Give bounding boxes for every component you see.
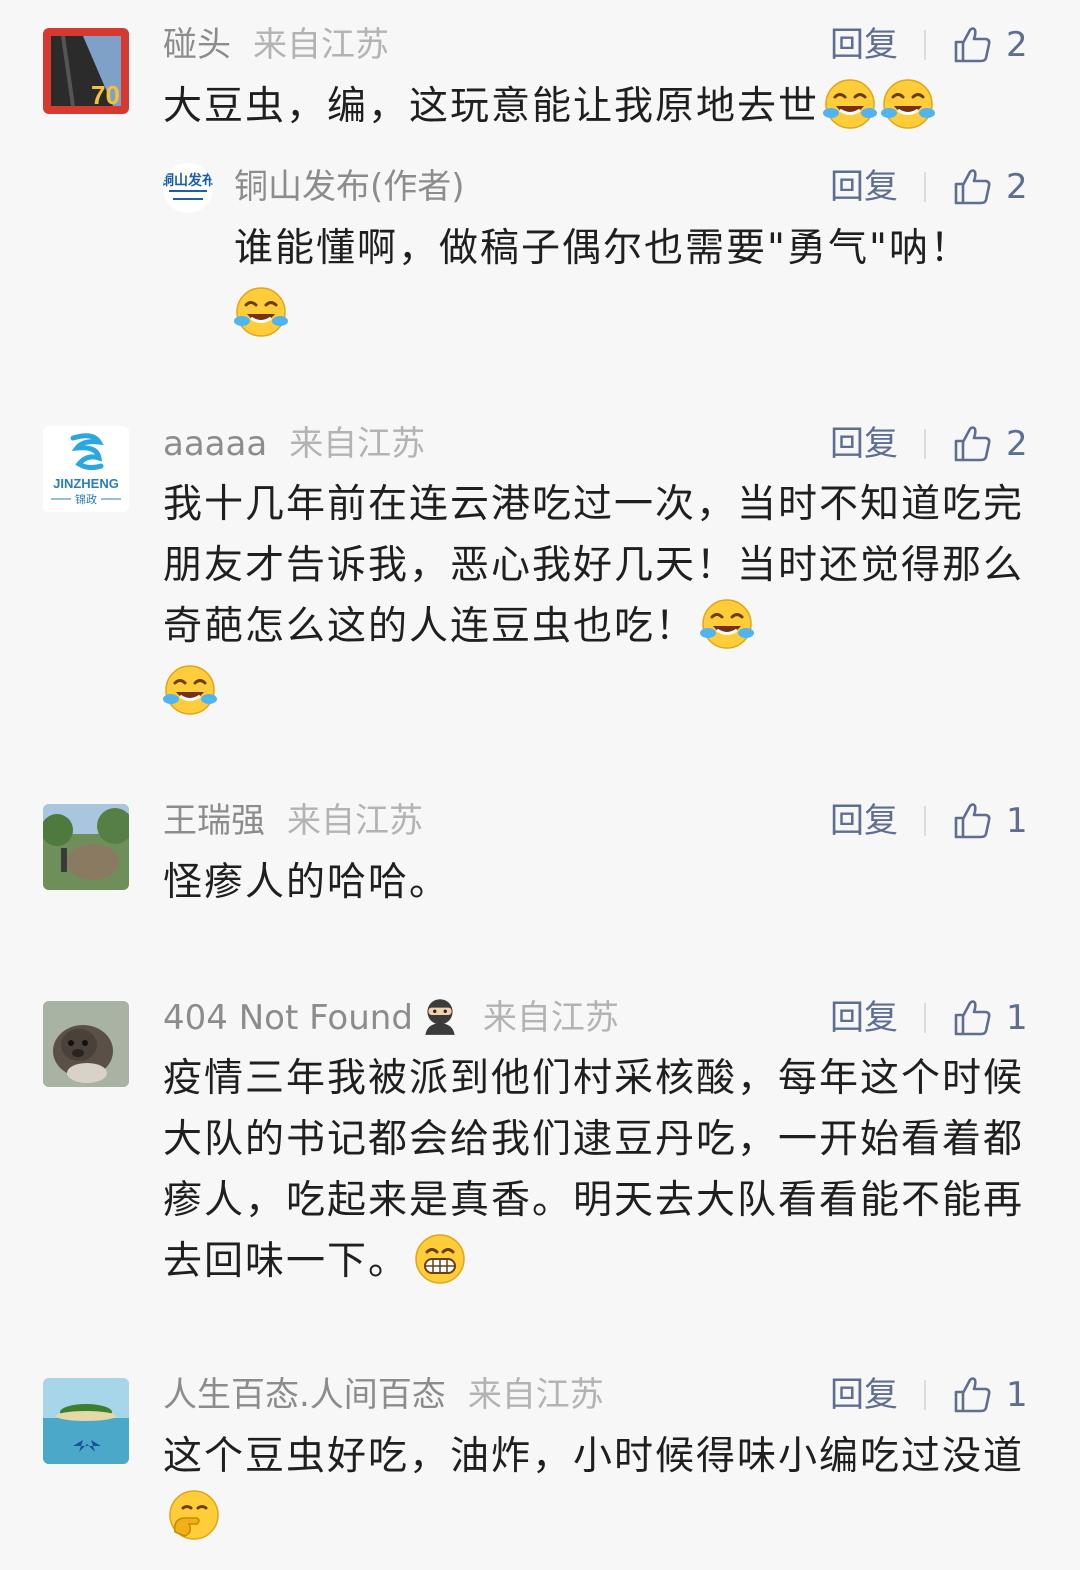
username[interactable]: 人生百态.人间百态 (163, 1375, 446, 1415)
username[interactable]: 碰头 (163, 25, 231, 65)
divider (924, 1003, 926, 1033)
avatar-image: JINZHENG 锦政 (51, 433, 121, 506)
laugh-cry-emoji-icon (881, 77, 935, 131)
reply-text: 谁能懂啊，做稿子偶尔也需要"勇气"呐！ (234, 218, 1024, 345)
like-count: 2 (1006, 424, 1028, 464)
reply-button[interactable]: 回复 (830, 420, 898, 468)
like-count: 2 (1006, 167, 1028, 207)
like-count: 1 (1006, 998, 1028, 1038)
laugh-cry-emoji-icon (823, 77, 877, 131)
location-label: 来自江苏 (289, 424, 426, 464)
reply-button[interactable]: 回复 (830, 1371, 898, 1419)
comment-meta: 王瑞强 来自江苏 (163, 797, 423, 845)
divider (924, 429, 926, 459)
username[interactable]: 404 Not Found (163, 998, 413, 1038)
comment-meta: aaaaa 来自江苏 (163, 420, 425, 468)
comment-text-content: 疫情三年我被派到他们村采核酸，每年这个时候大队的书记都会给我们逮豆丹吃，一开始看… (163, 1056, 1025, 1284)
avatar-image (43, 804, 129, 890)
divider (924, 806, 926, 836)
avatar[interactable] (43, 1378, 129, 1464)
location-label: 来自江苏 (253, 25, 389, 65)
avatar[interactable]: 70 (43, 28, 129, 114)
laugh-cry-emoji-icon (163, 663, 217, 717)
avatar-image (43, 1378, 129, 1464)
avatar[interactable]: JINZHENG 锦政 (43, 426, 129, 512)
like-icon[interactable] (952, 998, 992, 1038)
location-label: 来自江苏 (467, 1375, 604, 1415)
comment-text: 这个豆虫好吃，油炸，小时候得味小编吃过没道 (163, 1426, 1028, 1548)
comment-actions: 回复 2 (830, 21, 1028, 69)
comment-text-content: 我十几年前在连云港吃过一次，当时不知道吃完朋友才告诉我，恶心我好几天！当时还觉得… (163, 482, 1025, 649)
laugh-cry-emoji-icon (700, 597, 754, 651)
comment-meta: 人生百态.人间百态 来自江苏 (163, 1371, 604, 1419)
like-count: 1 (1006, 1375, 1028, 1415)
avatar-text: JINZHENG (53, 476, 119, 491)
avatar-image (43, 1001, 129, 1087)
reply-actions: 回复 2 (830, 163, 1028, 211)
comment-text-content: 这个豆虫好吃，油炸，小时候得味小编吃过没道 (163, 1434, 1025, 1479)
like-icon[interactable] (952, 424, 992, 464)
comment-actions: 回复 1 (830, 994, 1028, 1042)
reply-button[interactable]: 回复 (830, 21, 898, 69)
reply-button[interactable]: 回复 (830, 163, 898, 211)
like-count: 2 (1006, 25, 1028, 65)
like-icon[interactable] (952, 25, 992, 65)
reply-meta: 铜山发布(作者) (234, 163, 487, 211)
avatar[interactable] (43, 804, 129, 890)
laugh-cry-emoji-icon (234, 285, 288, 339)
reply-button[interactable]: 回复 (830, 797, 898, 845)
divider (924, 1380, 926, 1410)
location-label: 来自江苏 (287, 801, 423, 841)
divider (924, 172, 926, 202)
like-icon[interactable] (952, 1375, 992, 1415)
hand-over-mouth-emoji-icon (167, 1488, 221, 1542)
comment-text: 疫情三年我被派到他们村采核酸，每年这个时候大队的书记都会给我们逮豆丹吃，一开始看… (163, 1048, 1028, 1292)
divider (924, 30, 926, 60)
comment-text: 大豆虫，编，这玩意能让我原地去世 (163, 76, 1033, 137)
comment-meta: 碰头 来自江苏 (163, 21, 389, 69)
like-count: 1 (1006, 801, 1028, 841)
author-avatar-text: 铜山发布 (163, 172, 213, 189)
avatar-subtext: 锦政 (75, 492, 97, 506)
comment-actions: 回复 2 (830, 420, 1028, 468)
like-icon[interactable] (952, 167, 992, 207)
author-username[interactable]: 铜山发布(作者) (234, 167, 465, 207)
username[interactable]: aaaaa (163, 424, 267, 464)
comment-meta: 404 Not Found 来自江苏 (163, 994, 619, 1042)
username[interactable]: 王瑞强 (163, 801, 265, 841)
comment-text-content: 怪瘆人的哈哈。 (163, 860, 451, 905)
reply-button[interactable]: 回复 (830, 994, 898, 1042)
comment-actions: 回复 1 (830, 1371, 1028, 1419)
like-icon[interactable] (952, 801, 992, 841)
ninja-emoji-icon (419, 995, 461, 1037)
avatar-image: 70 (51, 35, 121, 110)
comment-text-content: 大豆虫，编，这玩意能让我原地去世 (163, 84, 820, 129)
comment-text: 我十几年前在连云港吃过一次，当时不知道吃完朋友才告诉我，恶心我好几天！当时还觉得… (163, 474, 1028, 723)
location-label: 来自江苏 (482, 998, 619, 1038)
comment-actions: 回复 1 (830, 797, 1028, 845)
grin-emoji-icon (413, 1232, 467, 1286)
reply-text-content: 谁能懂啊，做稿子偶尔也需要"勇气"呐！ (234, 226, 971, 271)
author-avatar[interactable]: 铜山发布 (163, 163, 213, 213)
comment-text: 怪瘆人的哈哈。 (163, 852, 1028, 913)
avatar[interactable] (43, 1001, 129, 1087)
avatar-text: 70 (91, 80, 120, 110)
author-avatar-image: 铜山发布 (163, 172, 213, 200)
